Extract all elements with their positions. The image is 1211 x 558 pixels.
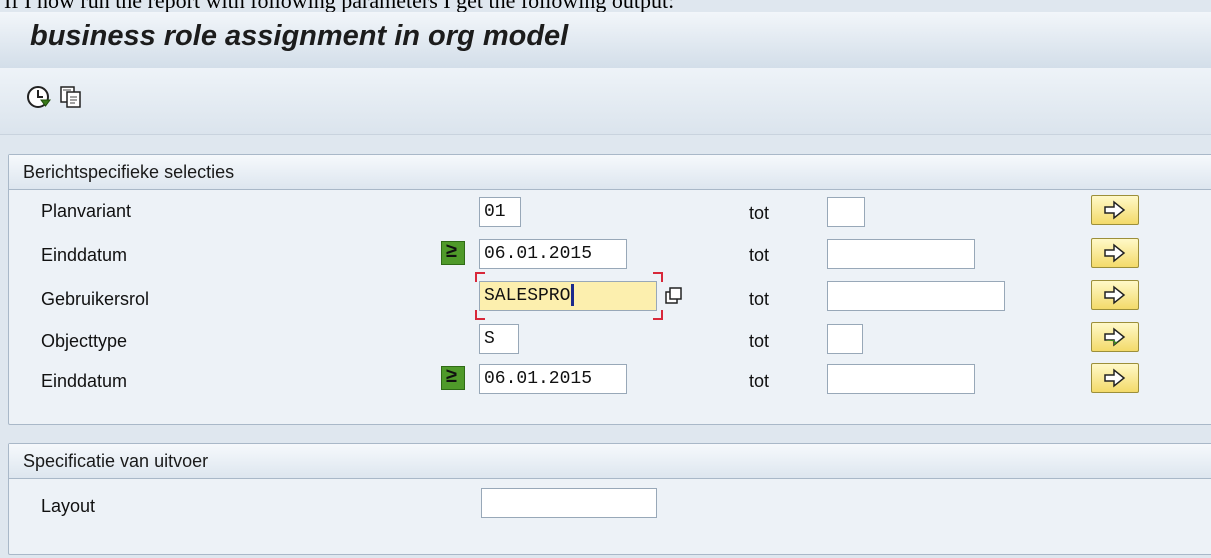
objecttype-field[interactable]: S (479, 324, 519, 354)
einddatum-2-to-field[interactable] (827, 364, 975, 394)
window-title: business role assignment in org model (30, 20, 569, 52)
text-cursor (571, 284, 575, 307)
einddatum-to-label: tot (749, 245, 770, 265)
einddatum-2-label: Einddatum (41, 371, 128, 391)
layout-field[interactable] (481, 488, 657, 518)
application-toolbar (0, 68, 1211, 135)
einddatum-option-button[interactable]: ≥ (441, 240, 465, 265)
planvariant-to-field[interactable] (827, 197, 865, 227)
gebruikersrol-to-label: tot (749, 289, 770, 309)
focus-bracket-bl (475, 310, 485, 320)
einddatum-2-option-button[interactable]: ≥ (441, 365, 465, 390)
einddatum-multiple-selection-button[interactable] (1091, 238, 1139, 268)
objecttype-to-label: tot (749, 331, 770, 351)
selection-panel: Berichtspecifieke selecties Planvariant … (8, 154, 1211, 425)
objecttype-to-field[interactable] (827, 324, 863, 354)
ge-icon: ≥ (446, 365, 457, 387)
gebruikersrol-label: Gebruikersrol (41, 289, 150, 309)
gebruikersrol-to-field[interactable] (827, 281, 1005, 311)
layout-label: Layout (41, 496, 96, 516)
einddatum-label: Einddatum (41, 245, 128, 265)
copy-variant-icon[interactable] (58, 84, 84, 110)
einddatum-field[interactable]: 06.01.2015 (479, 239, 627, 269)
gebruikersrol-multiple-selection-button[interactable] (1091, 280, 1139, 310)
planvariant-label: Planvariant (41, 201, 132, 221)
einddatum-2-to-label: tot (749, 371, 770, 391)
output-panel: Specificatie van uitvoer Layout (8, 443, 1211, 555)
gebruikersrol-value: SALESPRO (484, 286, 571, 306)
planvariant-field[interactable]: 01 (479, 197, 521, 227)
window-titlebar: business role assignment in org model (0, 12, 1211, 68)
page-caption: If I now run the report with following p… (4, 0, 1204, 12)
objecttype-multiple-selection-button[interactable] (1091, 322, 1139, 352)
gebruikersrol-field[interactable]: SALESPRO (479, 281, 657, 311)
selection-panel-title: Berichtspecifieke selecties (9, 155, 1211, 190)
einddatum-2-multiple-selection-button[interactable] (1091, 363, 1139, 393)
value-help-icon[interactable] (665, 287, 683, 305)
einddatum-to-field[interactable] (827, 239, 975, 269)
objecttype-label: Objecttype (41, 331, 128, 351)
planvariant-multiple-selection-button[interactable] (1091, 195, 1139, 225)
planvariant-to-label: tot (749, 203, 770, 223)
focus-bracket-br (653, 310, 663, 320)
output-panel-title: Specificatie van uitvoer (9, 444, 1211, 479)
ge-icon: ≥ (446, 240, 457, 262)
execute-clock-icon[interactable] (26, 84, 52, 110)
einddatum-2-field[interactable]: 06.01.2015 (479, 364, 627, 394)
